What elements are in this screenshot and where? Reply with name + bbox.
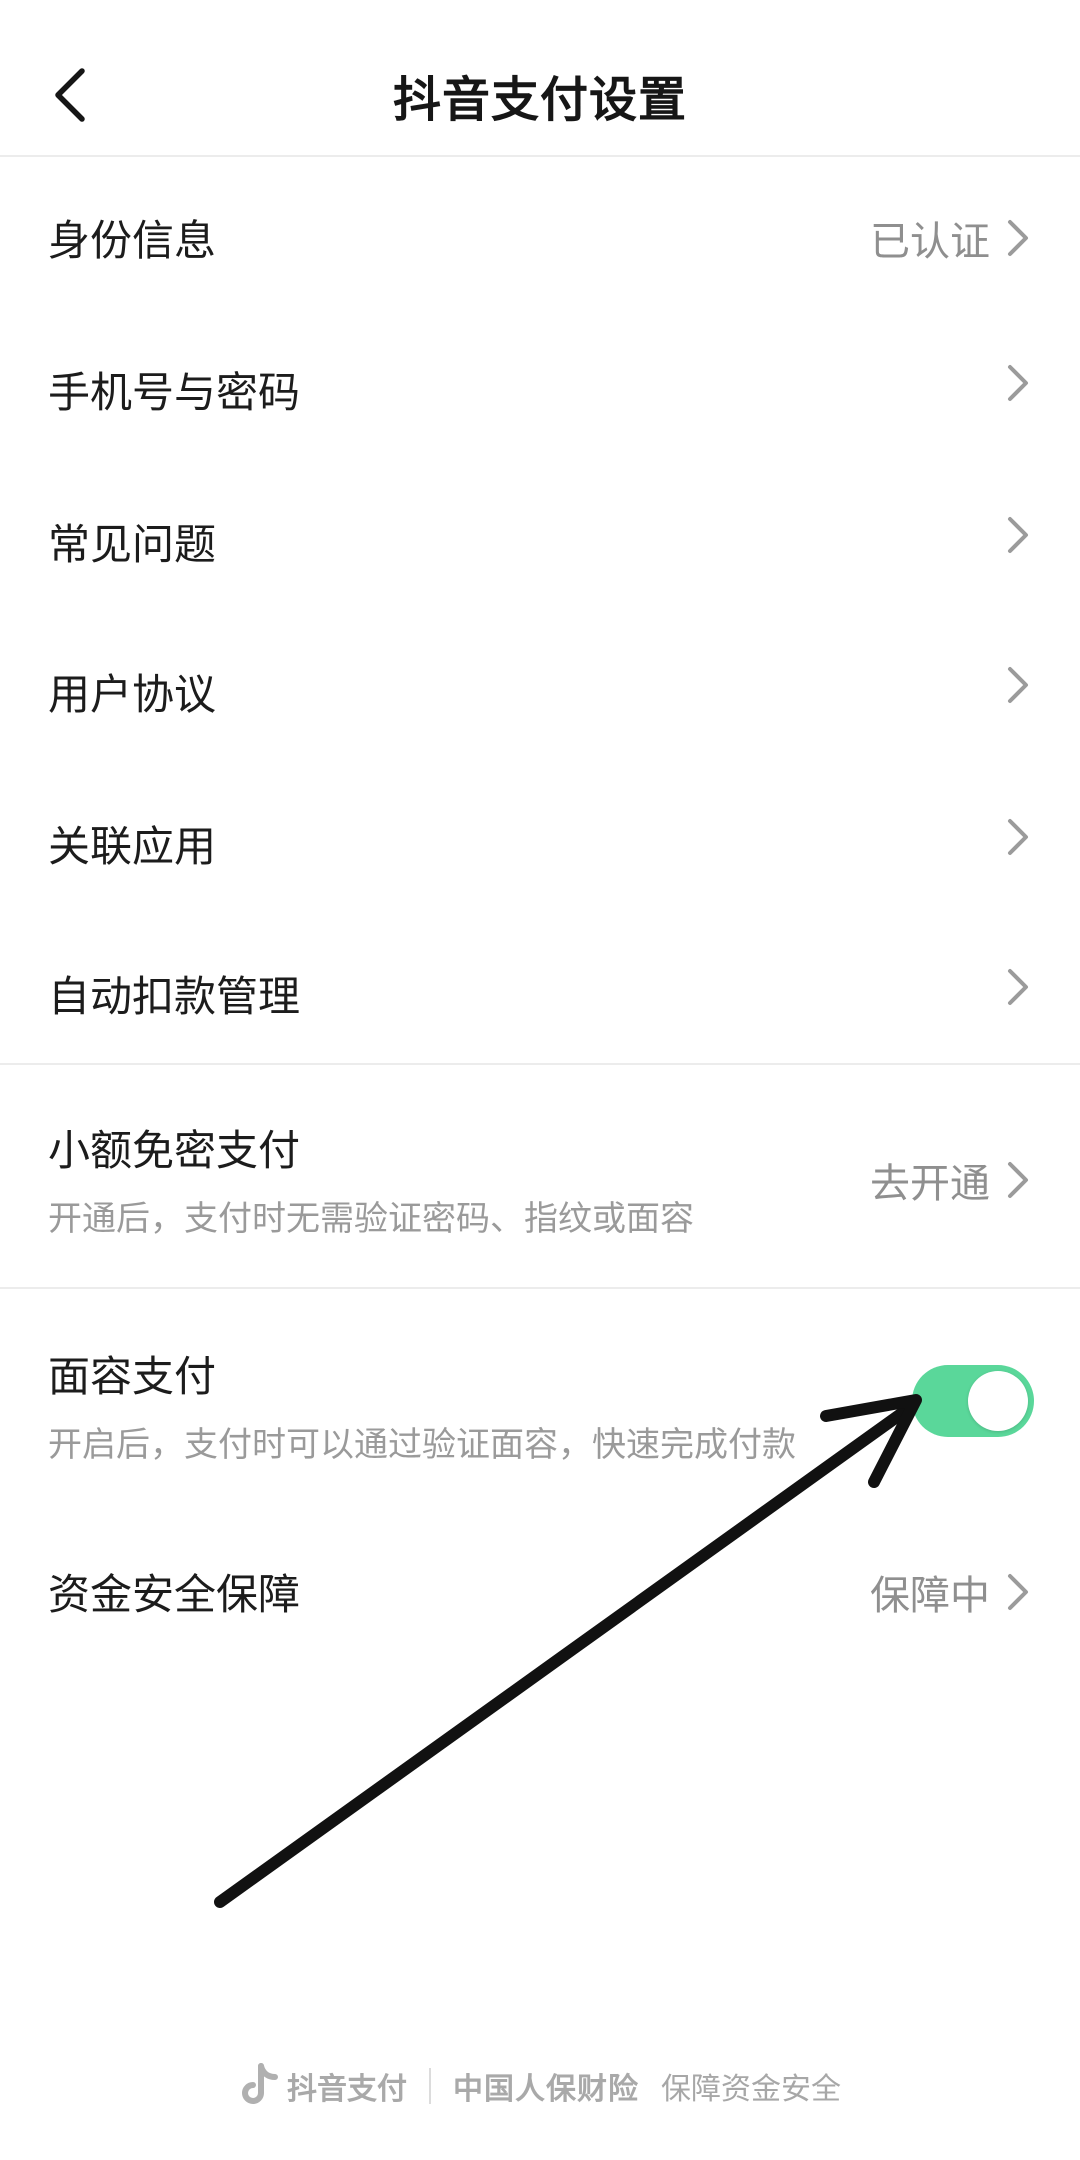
- footer-brand: 抖音支付: [287, 2072, 407, 2107]
- menu-item-label: 关联应用: [48, 822, 217, 871]
- menu-item-right: [1004, 361, 1032, 405]
- face-pay-toggle[interactable]: [912, 1365, 1034, 1437]
- menu-item-description: 开通后，支付时无需验证密码、指纹或面容: [48, 1199, 694, 1239]
- footer-divider: [429, 2068, 431, 2104]
- douyin-logo-icon: [242, 2063, 278, 2104]
- menu-item-label: 资金安全保障: [48, 1570, 301, 1619]
- menu-item-phone-password[interactable]: 手机号与密码: [0, 309, 1080, 461]
- menu-item-right: [1004, 513, 1032, 557]
- identity-status: 已认证: [870, 219, 990, 265]
- footer-slogan: 保障资金安全: [661, 2072, 841, 2107]
- toggle-knob: [968, 1371, 1028, 1431]
- menu-item-right: [1004, 965, 1032, 1009]
- footer-partner: 中国人保财险: [453, 2072, 639, 2107]
- chevron-right-icon: [1008, 819, 1028, 855]
- menu-item-faq[interactable]: 常见问题: [0, 461, 1080, 611]
- chevron-right-icon: [1008, 1574, 1028, 1610]
- menu-item-label: 面容支付: [48, 1352, 217, 1401]
- menu-item-label: 用户协议: [48, 670, 217, 719]
- menu-item-fund-security[interactable]: 资金安全保障 保障中: [0, 1511, 1080, 1663]
- menu-item-linked-apps[interactable]: 关联应用: [0, 763, 1080, 913]
- menu-item-small-amount-pay[interactable]: 小额免密支付 开通后，支付时无需验证密码、指纹或面容 去开通: [0, 1065, 1080, 1287]
- menu-item-identity[interactable]: 身份信息 已认证: [0, 157, 1080, 309]
- menu-item-label: 常见问题: [48, 520, 217, 569]
- chevron-right-icon: [1008, 365, 1028, 401]
- menu-item-label: 手机号与密码: [48, 368, 301, 417]
- payment-settings-screen: 抖音支付设置 身份信息 已认证 手机号与密码 常见问题 用户协议 关联应用 自动…: [0, 0, 1080, 2160]
- page-title: 抖音支付设置: [392, 72, 687, 128]
- security-status: 保障中: [870, 1573, 990, 1619]
- menu-item-right: [1004, 663, 1032, 707]
- chevron-right-icon: [1008, 220, 1028, 256]
- chevron-right-icon: [1008, 517, 1028, 553]
- menu-item-right: 保障中: [870, 1563, 1032, 1621]
- menu-item-right: 去开通: [870, 1151, 1032, 1209]
- menu-item-face-pay: 面容支付 开启后，支付时可以通过验证面容，快速完成付款: [0, 1289, 1080, 1511]
- chevron-right-icon: [1008, 667, 1028, 703]
- chevron-right-icon: [1008, 1162, 1028, 1198]
- menu-item-agreement[interactable]: 用户协议: [0, 611, 1080, 763]
- menu-item-auto-debit[interactable]: 自动扣款管理: [0, 913, 1080, 1063]
- menu-item-label: 身份信息: [48, 216, 217, 265]
- nav-header: 抖音支付设置: [0, 0, 1080, 157]
- menu-item-description: 开启后，支付时可以通过验证面容，快速完成付款: [48, 1425, 796, 1465]
- menu-item-right: [1004, 815, 1032, 859]
- menu-item-right: 已认证: [870, 209, 1032, 267]
- menu-item-label: 自动扣款管理: [48, 972, 301, 1021]
- enable-link: 去开通: [870, 1161, 990, 1207]
- menu-item-label: 小额免密支付: [48, 1126, 301, 1175]
- footer-branding: 抖音支付 中国人保财险 保障资金安全: [0, 2058, 1080, 2114]
- chevron-right-icon: [1008, 969, 1028, 1005]
